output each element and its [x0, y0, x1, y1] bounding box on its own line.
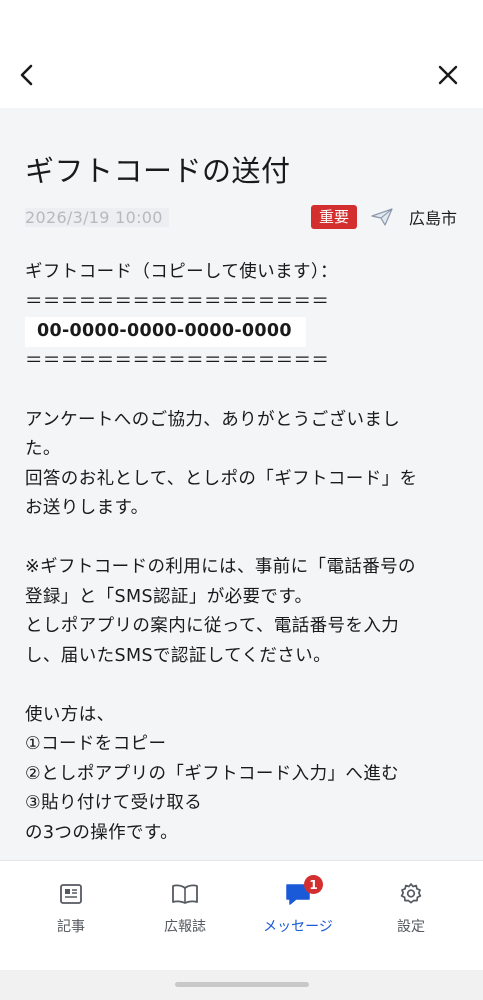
separator-line: ＝＝＝＝＝＝＝＝＝＝＝＝＝＝＝＝＝ — [25, 350, 330, 371]
body-line: し、届いたSMSで認証してください。 — [25, 645, 331, 666]
body-line: ①コードをコピー — [25, 734, 167, 754]
bottom-tab-bar: 記事 広報誌 1 メッセージ 設定 — [0, 860, 483, 970]
message-meta: 2026/3/19 10:00 重要 広島市 — [25, 204, 457, 230]
body-line: としポアプリの案内に従って、電話番号を入力 — [25, 616, 400, 636]
tab-label: 記事 — [57, 919, 85, 935]
message-body: ギフトコード（コピーして使います）： ＝＝＝＝＝＝＝＝＝＝＝＝＝＝＝＝＝ 00-… — [25, 258, 457, 848]
tab-label: 設定 — [397, 919, 425, 935]
book-icon — [172, 884, 198, 904]
gear-icon — [400, 883, 422, 904]
close-icon — [438, 65, 458, 85]
newspaper-icon — [60, 884, 82, 904]
tab-articles[interactable]: 記事 — [21, 861, 121, 951]
body-line: の3つの操作です。 — [25, 822, 178, 843]
body-line: お送りします。 — [25, 498, 149, 518]
tab-magazine[interactable]: 広報誌 — [135, 861, 235, 951]
chevron-left-icon — [20, 64, 33, 86]
top-bar — [0, 0, 483, 108]
body-line: た。 — [25, 439, 61, 459]
body-line: 使い方は、 — [25, 704, 115, 725]
message-title: ギフトコードの送付 — [25, 154, 291, 188]
sender-name: 広島市 — [408, 209, 457, 228]
home-indicator-area — [0, 970, 483, 1000]
tab-label: 広報誌 — [164, 919, 206, 935]
body-line: アンケートへのご協力、ありがとうございまし — [25, 409, 401, 430]
tab-settings[interactable]: 設定 — [361, 861, 461, 951]
tab-label: メッセージ — [263, 919, 333, 935]
important-badge: 重要 — [310, 205, 357, 229]
message-content[interactable]: ギフトコードの送付 2026/3/19 10:00 重要 広島市 ギフトコード（… — [0, 108, 483, 860]
message-date: 2026/3/19 10:00 — [25, 207, 169, 227]
body-line: 回答のお礼として、としポの「ギフトコード」を — [25, 468, 418, 489]
unread-badge: 1 — [304, 875, 323, 894]
gift-code[interactable]: 00-0000-0000-0000-0000 — [25, 317, 306, 347]
body-line: 登録」と「SMS認証」が必要です。 — [25, 586, 313, 607]
body-line: ②としポアプリの「ギフトコード入力」へ進む — [25, 763, 400, 784]
back-button[interactable] — [10, 58, 44, 92]
body-line: ③貼り付けて受け取る — [25, 793, 203, 813]
screen: ギフトコードの送付 2026/3/19 10:00 重要 広島市 ギフトコード（… — [0, 0, 483, 1000]
body-line: ギフトコード（コピーして使います）： — [25, 262, 338, 282]
close-button[interactable] — [431, 58, 465, 92]
home-indicator[interactable] — [175, 982, 309, 987]
tab-messages[interactable]: 1 メッセージ — [248, 861, 348, 951]
separator-line: ＝＝＝＝＝＝＝＝＝＝＝＝＝＝＝＝＝ — [25, 291, 330, 312]
paper-plane-icon — [371, 206, 393, 228]
body-line: ※ギフトコードの利用には、事前に「電話番号の — [25, 557, 416, 577]
